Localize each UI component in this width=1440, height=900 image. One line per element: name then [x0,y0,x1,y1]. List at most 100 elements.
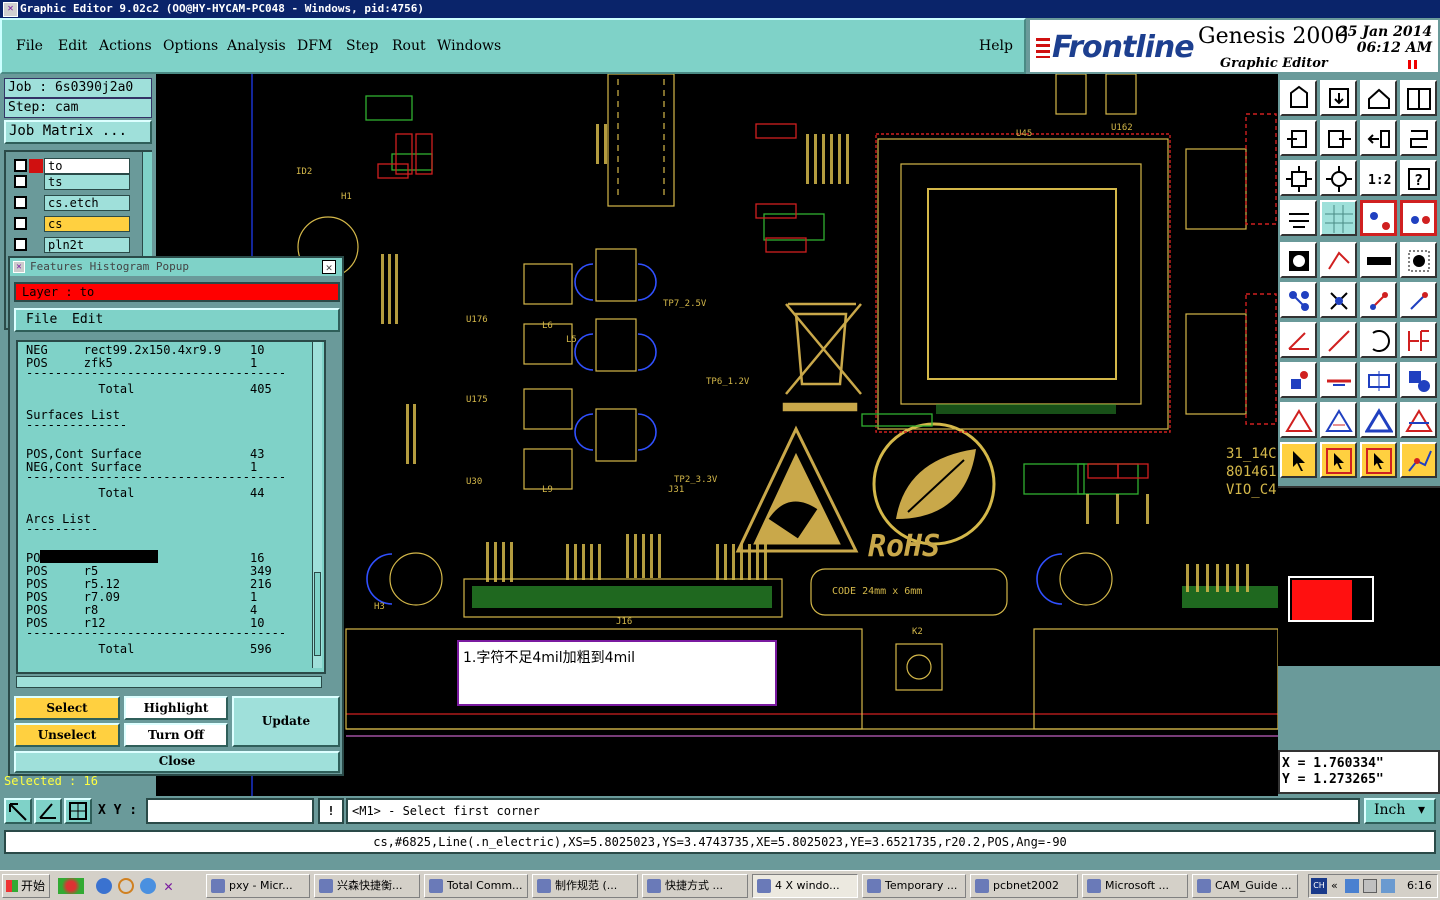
layer-row-ts[interactable]: ts [14,174,132,190]
taskbar-item[interactable]: 快捷方式 ... [642,874,748,898]
clock-icon[interactable] [118,878,134,894]
browser-icon[interactable] [140,878,156,894]
ie-icon[interactable] [96,878,112,894]
annotation-box[interactable]: 1.字符不足4mil加粗到4mil [457,640,777,706]
popup-menu-file[interactable]: File [26,312,57,327]
pointer-box-icon[interactable] [1320,442,1357,478]
menu-actions[interactable]: Actions [99,38,152,54]
turn-off-button[interactable]: Turn Off [124,723,228,747]
pad-mode-icon[interactable] [1280,362,1317,398]
input-method-icon[interactable]: CH [1311,878,1327,894]
layer-checkbox[interactable] [14,175,27,188]
pointer-icon[interactable] [1280,442,1317,478]
layer-row-cs-etch[interactable]: cs.etch [14,195,132,211]
close-button[interactable]: Close [14,751,340,773]
split-feature-icon[interactable] [1400,322,1437,358]
window-split-icon[interactable] [1400,80,1437,116]
units-selector[interactable]: Inch ▾ [1364,798,1436,824]
layer-label[interactable]: pln2t [44,237,130,253]
layer-label[interactable]: cs.etch [44,195,130,211]
zoom-center-icon[interactable] [1320,160,1357,196]
slant-line-icon[interactable] [1320,322,1357,358]
one-to-two-icon[interactable]: 1:2 [1360,160,1397,196]
taskbar-item[interactable]: 制作规范 (... [532,874,638,898]
pointer-net-icon[interactable] [1400,442,1437,478]
x-app-icon[interactable]: ✕ [164,877,173,895]
popup-close-icon[interactable]: ✕ [322,260,336,274]
zoom-back-icon[interactable] [1360,120,1397,156]
layer-checkbox[interactable] [14,238,27,251]
layer-row-pln2t[interactable]: pln2t [14,237,132,253]
alert-icon[interactable]: ! [318,798,344,824]
help-icon[interactable]: ? [1400,160,1437,196]
arc-select-icon[interactable] [1400,282,1437,318]
update-button[interactable]: Update [232,696,340,747]
angle-tool-icon[interactable] [1280,322,1317,358]
fit-screen-icon[interactable] [1280,160,1317,196]
popup-menu-edit[interactable]: Edit [72,312,103,327]
mini-map-viewport[interactable] [1292,580,1352,620]
grid-icon[interactable] [1320,200,1357,236]
zoom-out-icon[interactable] [1320,120,1357,156]
menu-edit[interactable]: Edit [58,38,87,54]
menu-step[interactable]: Step [346,38,378,54]
taskbar-item[interactable]: Temporary ... [862,874,966,898]
snap-icon[interactable] [1360,200,1397,236]
ruler-icon[interactable] [1360,242,1397,278]
display-icon[interactable] [1381,879,1395,893]
popup-title-bar[interactable]: ✕ Features Histogram Popup ✕ [10,258,342,276]
layer-row-to[interactable]: to [14,158,132,174]
report-horizontal-scrollbar[interactable] [16,676,322,688]
taskbar-item[interactable]: CAM_Guide ... [1192,874,1298,898]
layer-row-cs[interactable]: cs [14,216,132,232]
menu-rout[interactable]: Rout [392,38,426,54]
menu-windows[interactable]: Windows [437,38,501,54]
network-icon[interactable] [1345,879,1359,893]
net-select-icon[interactable] [1280,282,1317,318]
angle-snap-icon[interactable] [34,798,62,824]
taskbar-item-active[interactable]: 4 X windo... [752,874,858,898]
xy-input[interactable] [146,798,314,824]
triangle-select-icon[interactable] [1320,402,1357,438]
taskbar-item[interactable]: Microsoft ... [1082,874,1188,898]
fill-triangle-icon[interactable] [1360,402,1397,438]
home-icon[interactable] [1360,80,1397,116]
zoom-in-icon[interactable] [1280,120,1317,156]
start-button[interactable]: 开始 [2,874,50,898]
volume-icon[interactable] [1363,879,1377,893]
highlight-button[interactable]: Highlight [124,696,228,720]
group-mode-icon[interactable] [1400,362,1437,398]
menu-analysis[interactable]: Analysis [227,38,286,54]
tray-expand-icon[interactable]: « [1331,875,1338,897]
line-select-icon[interactable] [1360,282,1397,318]
report-scroll-thumb[interactable] [314,572,321,656]
layer-label[interactable]: to [44,158,130,174]
job-matrix-button[interactable]: Job Matrix ... [4,120,152,144]
open-step-icon[interactable] [1280,80,1317,116]
snap-center-icon[interactable] [1400,200,1437,236]
edit-shape-icon[interactable] [1320,242,1357,278]
layer-label[interactable]: cs [44,216,130,232]
report-vertical-scrollbar[interactable] [312,342,322,668]
menu-dfm[interactable]: DFM [297,38,332,54]
select-button[interactable]: Select [14,696,120,720]
taskbar-item[interactable]: Total Comm... [424,874,528,898]
feature-info-icon[interactable] [1280,242,1317,278]
histogram-report[interactable]: NEG rect99.2x150.4xr9.9 10 POS zfk5 1 ----… [16,340,326,674]
taskbar-item[interactable]: 兴森快捷衡... [314,874,420,898]
layer-checkbox[interactable] [14,159,27,172]
pointer-area-icon[interactable] [1360,442,1397,478]
grid-snap-icon[interactable] [64,798,92,824]
zoom-window-icon[interactable] [4,798,32,824]
taskbar-item[interactable]: pxy - Micr... [206,874,310,898]
measure-tool-icon[interactable] [1280,200,1317,236]
select-pad-icon[interactable] [1400,242,1437,278]
layer-label[interactable]: ts [44,174,130,190]
triangle-line-icon[interactable] [1400,402,1437,438]
menu-options[interactable]: Options [163,38,218,54]
taskbar-item[interactable]: pcbnet2002 [970,874,1078,898]
color-balls-icon[interactable] [58,878,84,894]
unselect-button[interactable]: Unselect [14,723,120,747]
triangle-shape-icon[interactable] [1280,402,1317,438]
cross-select-icon[interactable] [1320,282,1357,318]
